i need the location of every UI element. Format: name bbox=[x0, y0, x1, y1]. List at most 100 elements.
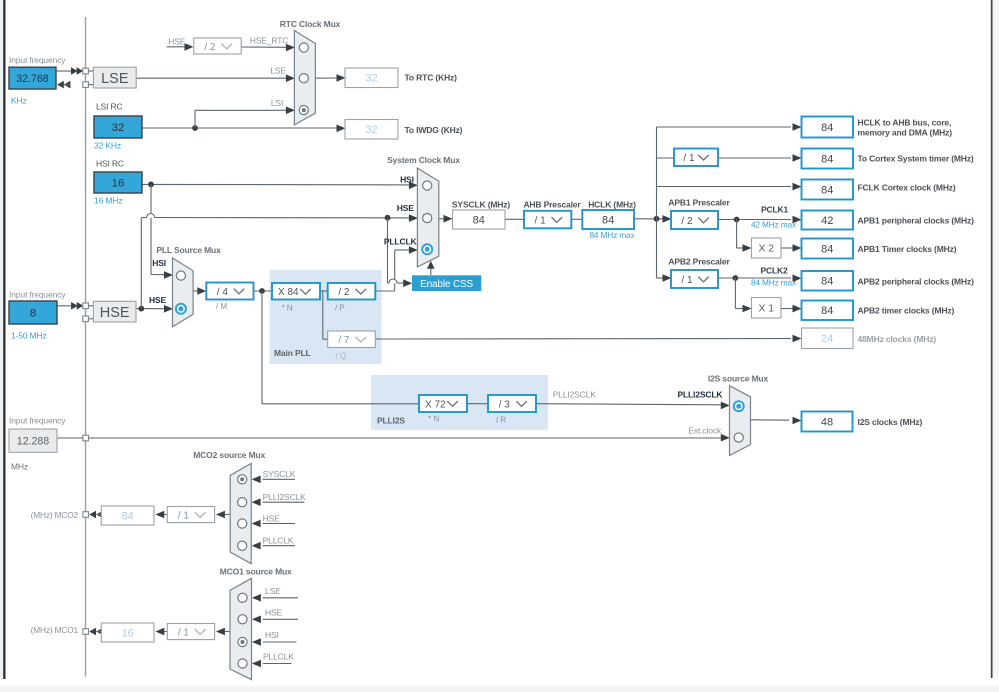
svg-text:MCO1 source Mux: MCO1 source Mux bbox=[220, 567, 292, 577]
svg-text:APB2 Prescaler: APB2 Prescaler bbox=[668, 257, 730, 267]
svg-text:/ 3: / 3 bbox=[499, 399, 511, 410]
svg-text:System Clock Mux: System Clock Mux bbox=[387, 155, 460, 165]
svg-text:/ 7: / 7 bbox=[338, 335, 350, 346]
svg-text:MHz: MHz bbox=[11, 462, 28, 472]
svg-text:PCLK1: PCLK1 bbox=[761, 205, 789, 215]
svg-text:/ R: / R bbox=[496, 415, 506, 425]
svg-text:HSE: HSE bbox=[100, 305, 130, 321]
svg-text:/ 4: / 4 bbox=[217, 287, 229, 298]
svg-text:32: 32 bbox=[365, 73, 377, 85]
svg-text:X 84: X 84 bbox=[278, 287, 299, 298]
svg-text:X 1: X 1 bbox=[759, 303, 775, 314]
svg-text:84: 84 bbox=[602, 214, 614, 226]
svg-text:32: 32 bbox=[365, 124, 377, 136]
svg-text:FCLK Cortex clock (MHz): FCLK Cortex clock (MHz) bbox=[858, 183, 956, 193]
svg-text:/ 1: / 1 bbox=[683, 153, 695, 164]
svg-text:Input frequency: Input frequency bbox=[9, 416, 66, 426]
svg-text:HCLK to AHB bus, core,: HCLK to AHB bus, core, bbox=[858, 118, 952, 128]
svg-text:HSE: HSE bbox=[149, 295, 167, 305]
svg-text:48MHz clocks (MHz): 48MHz clocks (MHz) bbox=[858, 334, 937, 344]
svg-text:HSE_RTC: HSE_RTC bbox=[250, 36, 288, 46]
svg-text:APB1 Prescaler: APB1 Prescaler bbox=[668, 198, 730, 208]
svg-text:84: 84 bbox=[122, 510, 134, 522]
svg-text:Enable CSS: Enable CSS bbox=[420, 279, 473, 290]
svg-text:X 2: X 2 bbox=[759, 244, 775, 255]
svg-text:Main PLL: Main PLL bbox=[274, 348, 311, 358]
svg-text:Input frequency: Input frequency bbox=[9, 55, 66, 65]
svg-text:To Cortex System timer (MHz): To Cortex System timer (MHz) bbox=[858, 154, 974, 164]
svg-text:84: 84 bbox=[821, 276, 833, 288]
svg-text:32: 32 bbox=[112, 122, 125, 134]
svg-text:42 MHz max: 42 MHz max bbox=[751, 220, 797, 230]
svg-text:/ 1: / 1 bbox=[178, 627, 190, 638]
svg-text:KHz: KHz bbox=[11, 96, 27, 106]
svg-text:AHB Prescaler: AHB Prescaler bbox=[523, 200, 581, 210]
svg-text:LSI RC: LSI RC bbox=[96, 102, 123, 112]
svg-text:APB1 Timer clocks (MHz): APB1 Timer clocks (MHz) bbox=[858, 244, 957, 254]
svg-text:/ 2: / 2 bbox=[681, 216, 693, 227]
svg-text:APB2 peripheral clocks (MHz): APB2 peripheral clocks (MHz) bbox=[858, 277, 975, 287]
svg-text:HSE: HSE bbox=[263, 514, 281, 524]
svg-text:I2S source Mux: I2S source Mux bbox=[708, 374, 769, 384]
svg-text:Ext.clock: Ext.clock bbox=[688, 426, 722, 436]
svg-text:* N: * N bbox=[428, 414, 439, 424]
svg-text:84 MHz max: 84 MHz max bbox=[751, 278, 797, 288]
svg-text:84 MHz max: 84 MHz max bbox=[589, 230, 635, 240]
svg-text:PCLK2: PCLK2 bbox=[760, 266, 788, 276]
svg-text:/ 1: / 1 bbox=[681, 275, 693, 286]
svg-text:PLLI2SCLK: PLLI2SCLK bbox=[553, 390, 597, 400]
svg-text:PLLI2SCLK: PLLI2SCLK bbox=[263, 492, 307, 502]
svg-text:memory and DMA (MHz): memory and DMA (MHz) bbox=[858, 128, 953, 138]
svg-text:84: 84 bbox=[821, 153, 833, 165]
svg-text:To RTC (KHz): To RTC (KHz) bbox=[405, 73, 458, 83]
svg-text:HSE: HSE bbox=[265, 608, 283, 618]
svg-text:* N: * N bbox=[282, 303, 293, 313]
svg-text:PLLI2S: PLLI2S bbox=[377, 416, 405, 426]
svg-text:HCLK (MHz): HCLK (MHz) bbox=[588, 200, 636, 210]
svg-text:HSI RC: HSI RC bbox=[96, 159, 124, 169]
svg-text:8: 8 bbox=[30, 308, 36, 320]
svg-text:/ 2: / 2 bbox=[338, 287, 350, 298]
svg-text:12.288: 12.288 bbox=[17, 435, 50, 447]
svg-text:84: 84 bbox=[473, 214, 485, 226]
svg-text:APB1 peripheral clocks (MHz): APB1 peripheral clocks (MHz) bbox=[858, 216, 975, 226]
svg-text:HSI: HSI bbox=[265, 630, 279, 640]
svg-text:HSE: HSE bbox=[168, 37, 186, 47]
svg-text:MCO2 source Mux: MCO2 source Mux bbox=[193, 450, 265, 460]
svg-text:32 KHz: 32 KHz bbox=[94, 141, 121, 151]
svg-text:APB2 timer clocks (MHz): APB2 timer clocks (MHz) bbox=[858, 306, 955, 316]
svg-text:/ 2: / 2 bbox=[204, 42, 216, 53]
svg-text:16: 16 bbox=[112, 178, 125, 190]
svg-text:32.768: 32.768 bbox=[16, 73, 49, 85]
svg-text:/ M: / M bbox=[216, 301, 227, 311]
svg-text:/ 1: / 1 bbox=[535, 215, 547, 226]
svg-text:84: 84 bbox=[821, 122, 833, 134]
svg-text:HSI: HSI bbox=[400, 175, 414, 185]
svg-text:LSE: LSE bbox=[270, 66, 286, 76]
svg-text:84: 84 bbox=[821, 184, 833, 196]
svg-text:PLLI2SCLK: PLLI2SCLK bbox=[677, 390, 723, 400]
svg-text:HSE: HSE bbox=[397, 203, 415, 213]
svg-text:/ P: / P bbox=[335, 303, 345, 313]
svg-text:PLLCLK: PLLCLK bbox=[263, 536, 294, 546]
svg-text:LSI: LSI bbox=[271, 98, 283, 108]
svg-text:Input frequency: Input frequency bbox=[9, 290, 66, 300]
svg-text:16 MHz: 16 MHz bbox=[94, 196, 122, 206]
svg-text:84: 84 bbox=[821, 243, 833, 255]
svg-text:84: 84 bbox=[821, 305, 833, 317]
svg-text:48: 48 bbox=[821, 416, 833, 428]
svg-text:1-50 MHz: 1-50 MHz bbox=[11, 331, 47, 341]
svg-text:I2S clocks (MHz): I2S clocks (MHz) bbox=[858, 417, 923, 427]
svg-text:LSE: LSE bbox=[265, 586, 281, 596]
svg-text:/ Q: / Q bbox=[336, 351, 347, 361]
svg-text:PLL Source Mux: PLL Source Mux bbox=[156, 245, 221, 255]
svg-text:SYSCLK (MHz): SYSCLK (MHz) bbox=[452, 200, 510, 210]
svg-text:RTC Clock Mux: RTC Clock Mux bbox=[280, 19, 341, 29]
svg-text:HSI: HSI bbox=[152, 258, 166, 268]
svg-text:/ 1: / 1 bbox=[178, 510, 190, 521]
svg-text:X 72: X 72 bbox=[425, 399, 446, 410]
svg-text:42: 42 bbox=[821, 215, 833, 227]
svg-text:16: 16 bbox=[122, 627, 134, 639]
svg-text:(MHz) MCO1: (MHz) MCO1 bbox=[31, 625, 79, 635]
svg-text:24: 24 bbox=[821, 333, 833, 345]
